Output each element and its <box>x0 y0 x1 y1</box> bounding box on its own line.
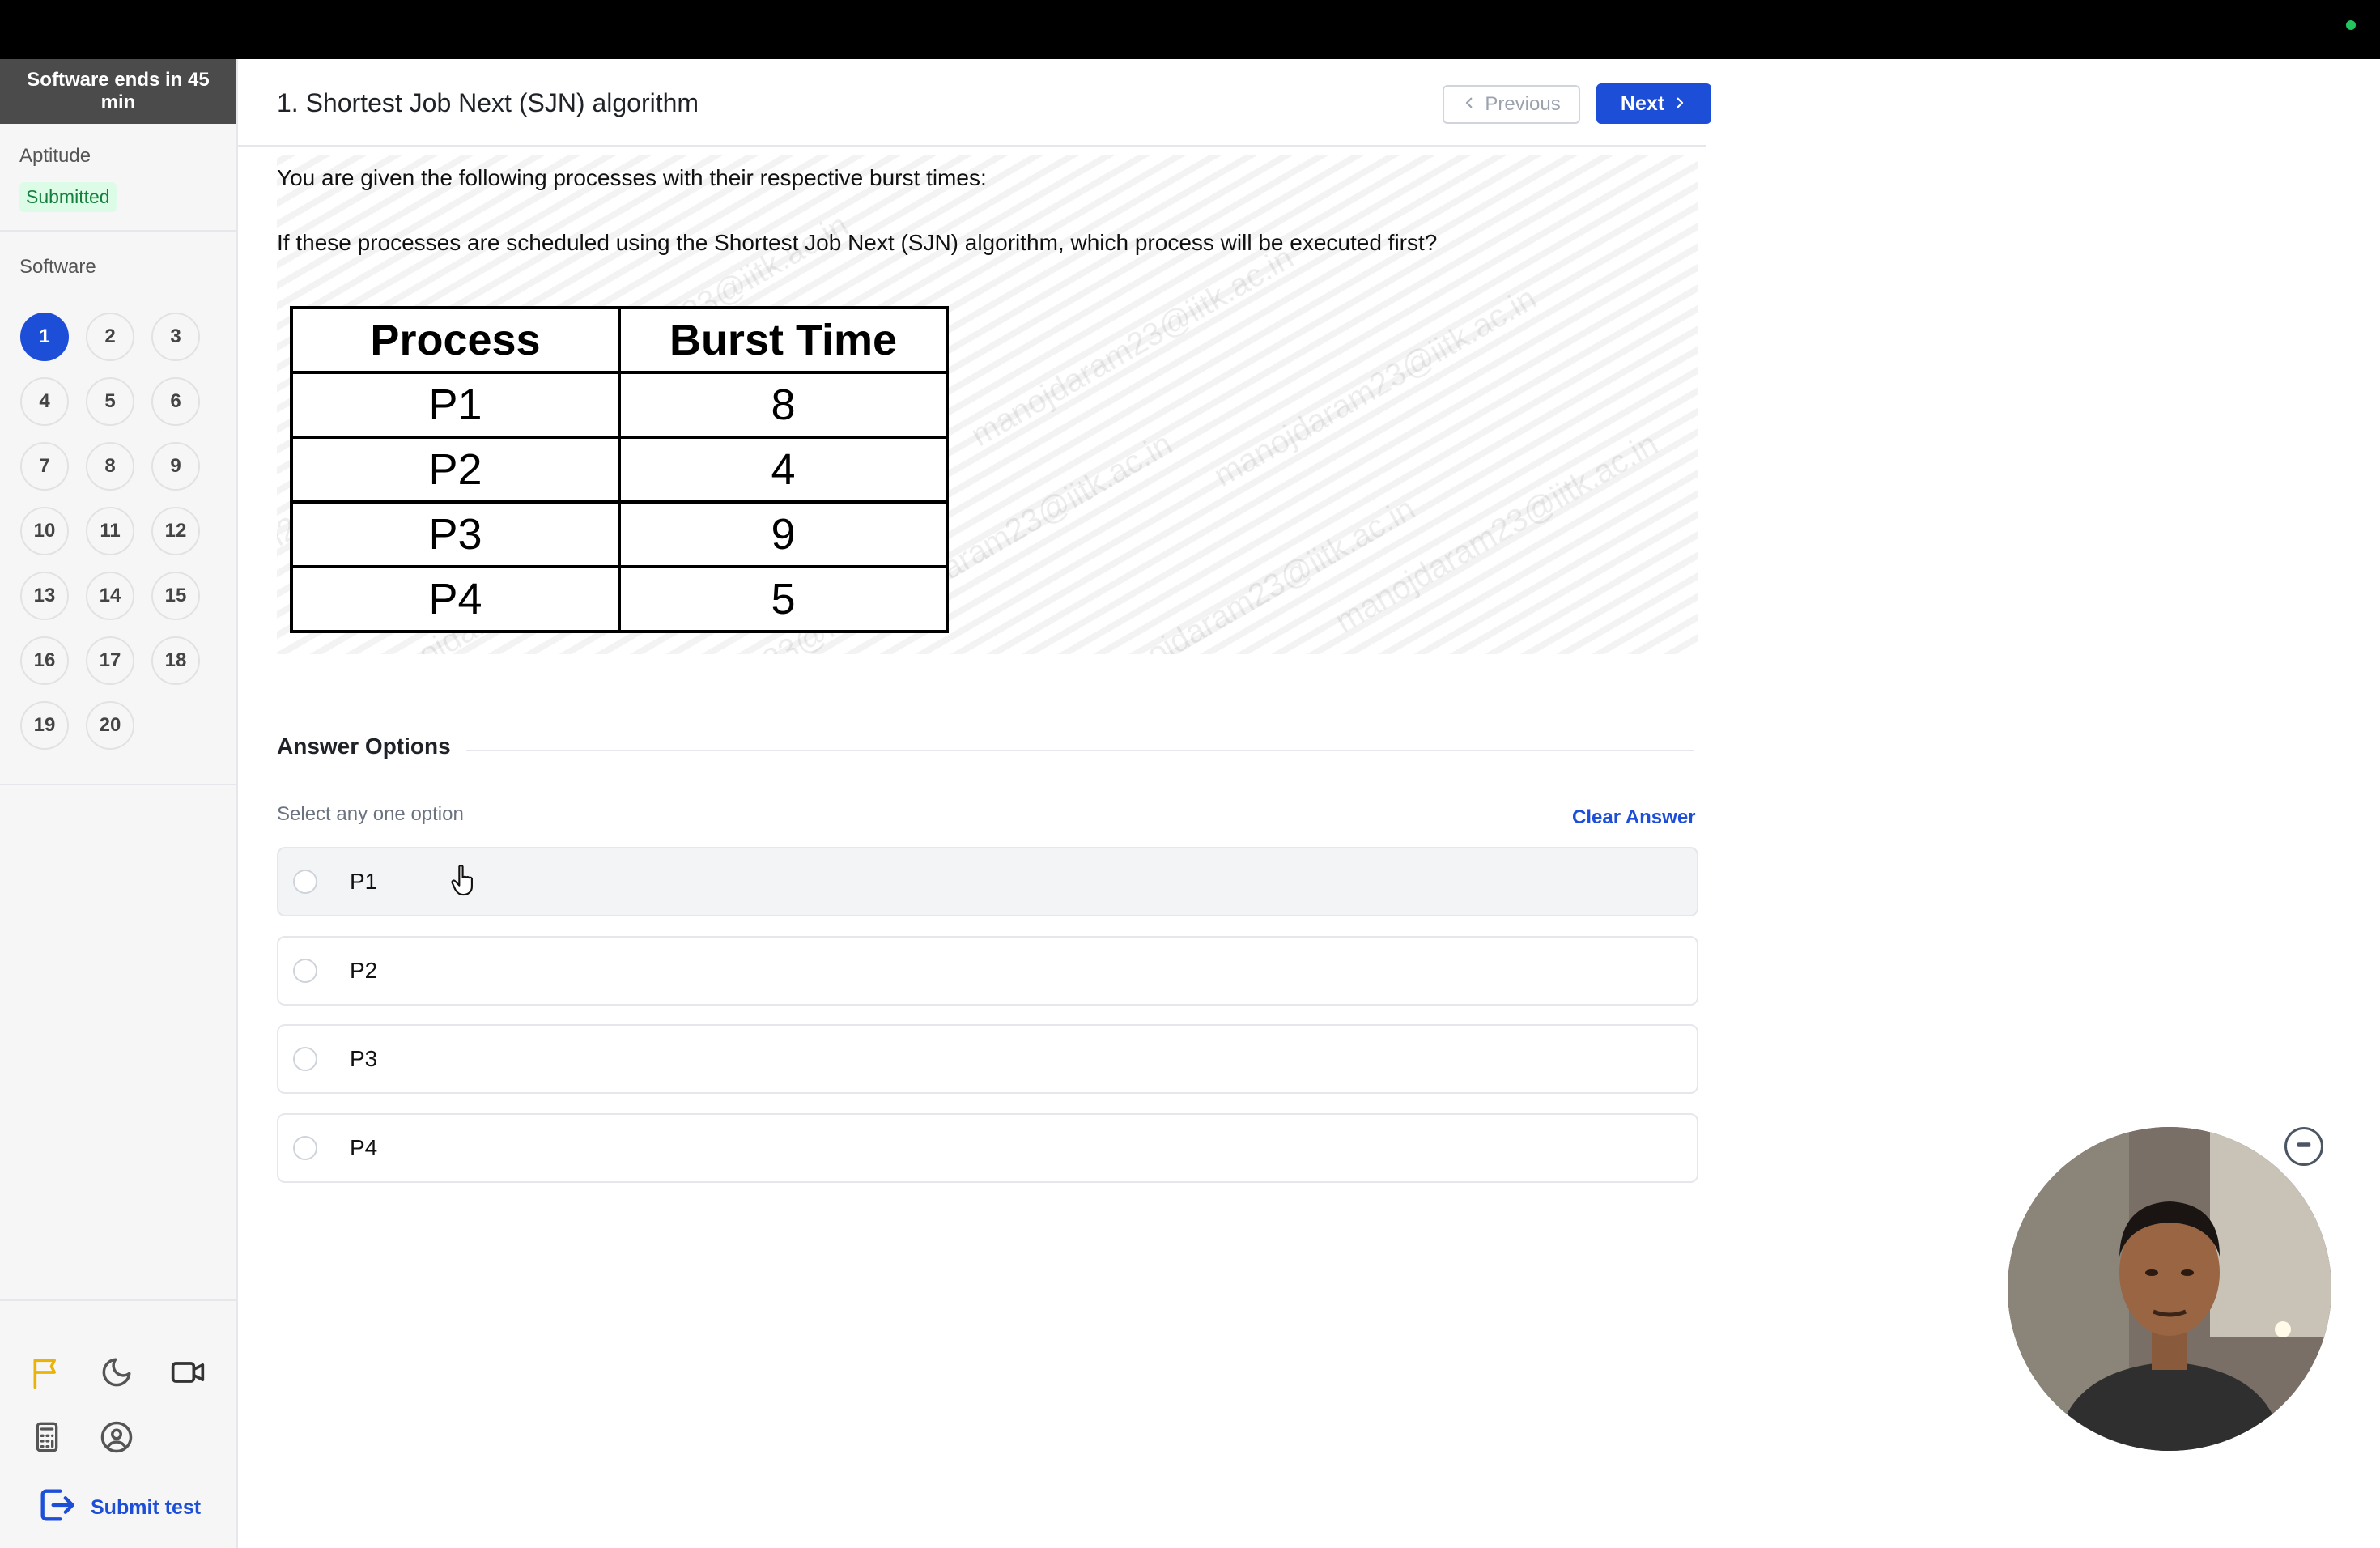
radio-button[interactable] <box>293 959 317 983</box>
answer-option[interactable]: P1 <box>277 847 1698 916</box>
previous-button[interactable]: Previous <box>1443 85 1580 124</box>
webcam-feed <box>2008 1127 2331 1451</box>
hand-cursor-icon <box>450 864 478 901</box>
moon-icon[interactable] <box>97 1353 136 1392</box>
table-cell: P3 <box>290 500 621 568</box>
divider <box>0 784 236 785</box>
table-cell: 5 <box>618 565 949 633</box>
option-label: P2 <box>350 958 378 983</box>
radio-button[interactable] <box>293 870 317 894</box>
question-grid: 1 2 3 4 5 6 7 8 9 10 11 12 13 14 15 16 1… <box>0 313 236 750</box>
user-circle-icon[interactable] <box>97 1418 136 1457</box>
question-text: You are given the following processes wi… <box>277 165 987 190</box>
question-button[interactable]: 8 <box>86 442 134 491</box>
video-camera-icon[interactable] <box>168 1353 207 1392</box>
webcam-preview <box>2008 1127 2331 1451</box>
previous-label: Previous <box>1485 93 1561 115</box>
answer-option[interactable]: P3 <box>277 1024 1698 1094</box>
clear-answer-link[interactable]: Clear Answer <box>1572 806 1696 829</box>
question-button[interactable]: 17 <box>86 636 134 685</box>
next-label: Next <box>1620 91 1665 115</box>
question-button[interactable]: 1 <box>20 313 69 361</box>
option-label: P1 <box>350 869 378 894</box>
watermark-text: manojdaram23@iitk.ac.in <box>965 240 1300 454</box>
divider <box>466 750 1694 751</box>
question-button[interactable]: 7 <box>20 442 69 491</box>
page-title: 1. Shortest Job Next (SJN) algorithm <box>277 88 699 117</box>
process-table: Process Burst Time P1 8 P2 4 P3 9 P4 5 <box>290 306 949 633</box>
question-button[interactable]: 6 <box>151 377 200 426</box>
question-button[interactable]: 11 <box>86 507 134 555</box>
column-header: Burst Time <box>618 306 949 374</box>
recording-indicator <box>2346 20 2356 30</box>
table-cell: P2 <box>290 436 621 504</box>
watermark-text: manojdaram23@iitk.ac.in <box>1208 280 1543 495</box>
question-button[interactable]: 9 <box>151 442 200 491</box>
table-row: P3 9 <box>290 500 949 568</box>
table-cell: 4 <box>618 436 949 504</box>
question-button[interactable]: 19 <box>20 701 69 750</box>
option-label: P3 <box>350 1046 378 1071</box>
section-title-aptitude[interactable]: Aptitude <box>0 145 236 168</box>
question-button[interactable]: 4 <box>20 377 69 426</box>
logout-icon <box>36 1484 78 1532</box>
watermark-text: manojdaram23@iitk.ac.in <box>1086 491 1422 654</box>
radio-button[interactable] <box>293 1136 317 1160</box>
answer-option[interactable]: P4 <box>277 1113 1698 1183</box>
minus-icon <box>2295 1136 2313 1158</box>
answer-option[interactable]: P2 <box>277 936 1698 1006</box>
next-button[interactable]: Next <box>1596 83 1711 124</box>
question-button[interactable]: 16 <box>20 636 69 685</box>
question-button[interactable]: 12 <box>151 507 200 555</box>
answer-hint: Select any one option <box>277 803 464 825</box>
table-header-row: Process Burst Time <box>290 306 949 374</box>
answer-options-heading: Answer Options <box>277 734 451 759</box>
question-button[interactable]: 20 <box>86 701 134 750</box>
chevron-right-icon <box>1672 92 1687 116</box>
divider <box>0 230 236 232</box>
option-label: P4 <box>350 1135 378 1160</box>
question-button[interactable]: 13 <box>20 572 69 620</box>
table-row: P1 8 <box>290 371 949 439</box>
question-button[interactable]: 14 <box>86 572 134 620</box>
table-cell: P4 <box>290 565 621 633</box>
question-button[interactable]: 3 <box>151 313 200 361</box>
radio-button[interactable] <box>293 1047 317 1071</box>
submit-test-label: Submit test <box>91 1496 202 1519</box>
table-row: P2 4 <box>290 436 949 504</box>
question-button[interactable]: 10 <box>20 507 69 555</box>
sidebar: Software ends in 45 min Aptitude Submitt… <box>0 59 238 1548</box>
table-cell: 8 <box>618 371 949 439</box>
watermark-text: manojdaram23@iitk.ac.in <box>1329 426 1664 640</box>
flag-icon[interactable] <box>28 1353 66 1392</box>
submit-test-button[interactable]: Submit test <box>36 1484 201 1532</box>
minimize-camera-button[interactable] <box>2284 1127 2323 1166</box>
question-body: manojdaram23@iitk.ac.in manojdaram23@iit… <box>277 155 1698 654</box>
question-button[interactable]: 18 <box>151 636 200 685</box>
calculator-icon[interactable] <box>28 1418 66 1457</box>
column-header: Process <box>290 306 621 374</box>
question-button[interactable]: 2 <box>86 313 134 361</box>
divider <box>0 1299 236 1301</box>
table-row: P4 5 <box>290 565 949 633</box>
top-bar <box>0 0 2380 59</box>
table-cell: P1 <box>290 371 621 439</box>
timer-banner: Software ends in 45 min <box>0 59 236 124</box>
question-button[interactable]: 15 <box>151 572 200 620</box>
question-button[interactable]: 5 <box>86 377 134 426</box>
chevron-left-icon <box>1462 93 1477 116</box>
status-badge: Submitted <box>19 182 117 212</box>
section-title-software[interactable]: Software <box>0 256 236 279</box>
question-header: 1. Shortest Job Next (SJN) algorithm Pre… <box>238 59 1711 147</box>
table-cell: 9 <box>618 500 949 568</box>
question-text: If these processes are scheduled using t… <box>277 230 1438 255</box>
